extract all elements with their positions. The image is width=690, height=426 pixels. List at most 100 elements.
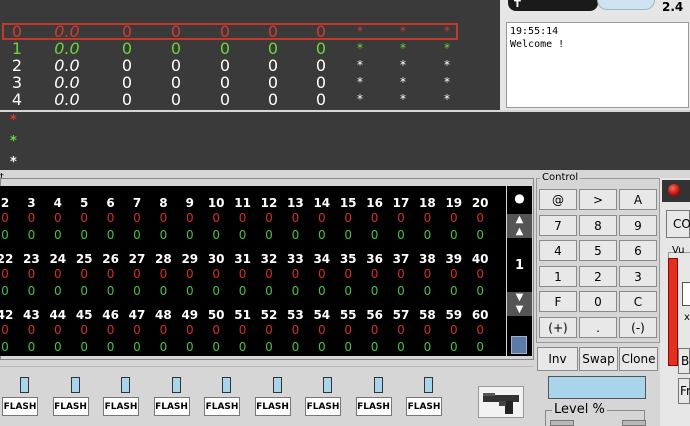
keypad-button[interactable]: 3 [619,265,657,287]
channel-level-value: 0 [159,284,168,298]
flash-button[interactable]: FLASH [355,397,392,416]
co-button[interactable]: CO [666,210,690,238]
channel-number: 48 [155,308,172,322]
keypad-button[interactable]: C [619,291,657,312]
channel-number: 26 [102,252,119,266]
keypad-button[interactable]: F [539,291,577,312]
cue-row[interactable]: 3 0.0 0 0 0 0 0 * * * [0,74,500,91]
keypad-button[interactable]: 7 [539,214,577,236]
gun-icon [483,393,519,414]
channel-fader[interactable] [171,377,181,393]
channel-fader[interactable] [70,377,80,393]
cue-flag: * [357,58,363,72]
keypad-button[interactable]: 8 [579,214,617,236]
channel-level-value: 0 [317,340,326,354]
channel-number: 57 [392,308,410,322]
cue-value: 0 [315,73,327,92]
wand-icon[interactable] [511,336,527,354]
cue-row[interactable]: 2 0.0 0 0 0 0 0 * * * [0,57,500,74]
fr-button[interactable]: Fr [678,378,690,404]
keypad-button[interactable]: . [579,316,617,338]
keypad-button[interactable]: 6 [619,240,657,261]
keypad-button[interactable]: 4 [539,240,577,261]
flash-button[interactable]: FLASH [52,397,89,416]
keypad-button[interactable]: (+) [539,316,577,338]
cue-flag: * [357,92,363,106]
keypad-button[interactable]: 9 [619,214,657,236]
channel-fader[interactable] [20,377,29,393]
channel-level-value: 0 [317,284,326,298]
level-button-right[interactable] [622,420,646,426]
cue-list-panel: 0 0.0 0 0 0 0 0 * * * 1 0.0 0 0 0 0 0 * * * 2 0.0 0 0 0 0 0 * * * 3 0.0… [0,0,500,110]
channel-output-value: 0 [185,211,194,225]
channel-number: 47 [128,308,146,322]
channel-number: 22 [0,252,14,266]
channel-number: 45 [75,308,93,322]
channel-level-value: 0 [27,228,36,242]
inv-button[interactable]: Inv [537,347,578,371]
log-textarea[interactable]: 19:55:14 Welcome ! [506,22,689,108]
cue-value: 0 [219,56,231,75]
keypad-button[interactable]: @ [539,189,577,210]
cue-flag: * [357,75,363,89]
keypad-button[interactable]: 0 [579,291,617,312]
flash-button[interactable]: FLASH [305,397,341,416]
flash-button[interactable]: FLASH [406,397,442,416]
channel-output-value: 0 [344,267,352,281]
keypad-button[interactable]: 2 [579,265,617,287]
keypad-button[interactable]: A [619,189,657,210]
channel-output-value: 0 [238,267,247,281]
flash-button[interactable]: FLASH [254,397,291,416]
channel-level-value: 0 [212,284,220,298]
channel-level-value: 0 [185,284,194,298]
channel-level-value: 0 [27,284,36,298]
cue-row[interactable]: 4 0.0 0 0 0 0 0 * * * [0,91,500,108]
flash-button[interactable]: FLASH [153,397,190,416]
channel-number: 4 [53,196,62,210]
channel-output-value: 0 [159,267,168,281]
keypad-button[interactable]: (-) [619,316,657,338]
channel-level-value: 0 [397,340,405,354]
channel-number: 5 [80,196,89,210]
channel-fader[interactable] [121,377,130,393]
channel-output-value: 0 [317,267,326,281]
channel-number: 54 [313,308,331,322]
cue-flag: * [444,58,450,72]
channel-output-value: 0 [1,211,9,225]
keypad-button[interactable]: 5 [579,240,617,261]
channel-output-value: 0 [106,211,115,225]
channel-number: 18 [419,196,436,210]
channel-level-value: 0 [185,228,194,242]
page-up-button[interactable]: ▲ ▲ [507,214,532,238]
channel-number: 28 [155,252,172,266]
channel-fader[interactable] [222,377,231,393]
keypad-button[interactable]: 1 [539,265,577,287]
level-button-left[interactable] [550,420,574,426]
cue-row[interactable]: 1 0.0 0 0 0 0 0 * * * [0,40,500,57]
channel-output-value: 0 [80,211,88,225]
b-button[interactable]: B [678,348,690,374]
page-down-button[interactable]: ▼ ▼ [507,292,532,316]
channel-output-value: 0 [423,267,432,281]
page-dot-icon[interactable]: ● [507,191,532,205]
channel-level-value: 0 [212,340,220,354]
clone-button[interactable]: Clone [619,347,658,371]
channel-number: 2 [0,196,10,210]
effect-flag: * [10,113,17,128]
flash-button[interactable]: FLASH [2,397,38,416]
keypad-button[interactable]: > [579,189,617,210]
channel-number: 31 [234,252,251,266]
channel-level-value: 0 [106,340,115,354]
gun-button[interactable] [478,386,524,418]
flash-button[interactable]: FLASH [204,397,240,416]
channel-fader[interactable] [373,377,383,393]
flash-button[interactable]: FLASH [103,397,139,416]
channel-fader[interactable] [323,377,332,393]
swap-button[interactable]: Swap [579,347,618,371]
channel-output-value: 0 [449,267,458,281]
channel-output-value: 0 [238,323,247,337]
channel-grid[interactable]: 2 0 0 3 0 0 4 0 0 5 0 0 6 0 0 7 0 0 8 0 0 9 0 0 10 0 0 11 0 0 12 0 0 13 0 0… [0,186,506,356]
red-led-icon [668,184,680,196]
channel-fader[interactable] [272,377,282,393]
channel-fader[interactable] [424,377,433,393]
